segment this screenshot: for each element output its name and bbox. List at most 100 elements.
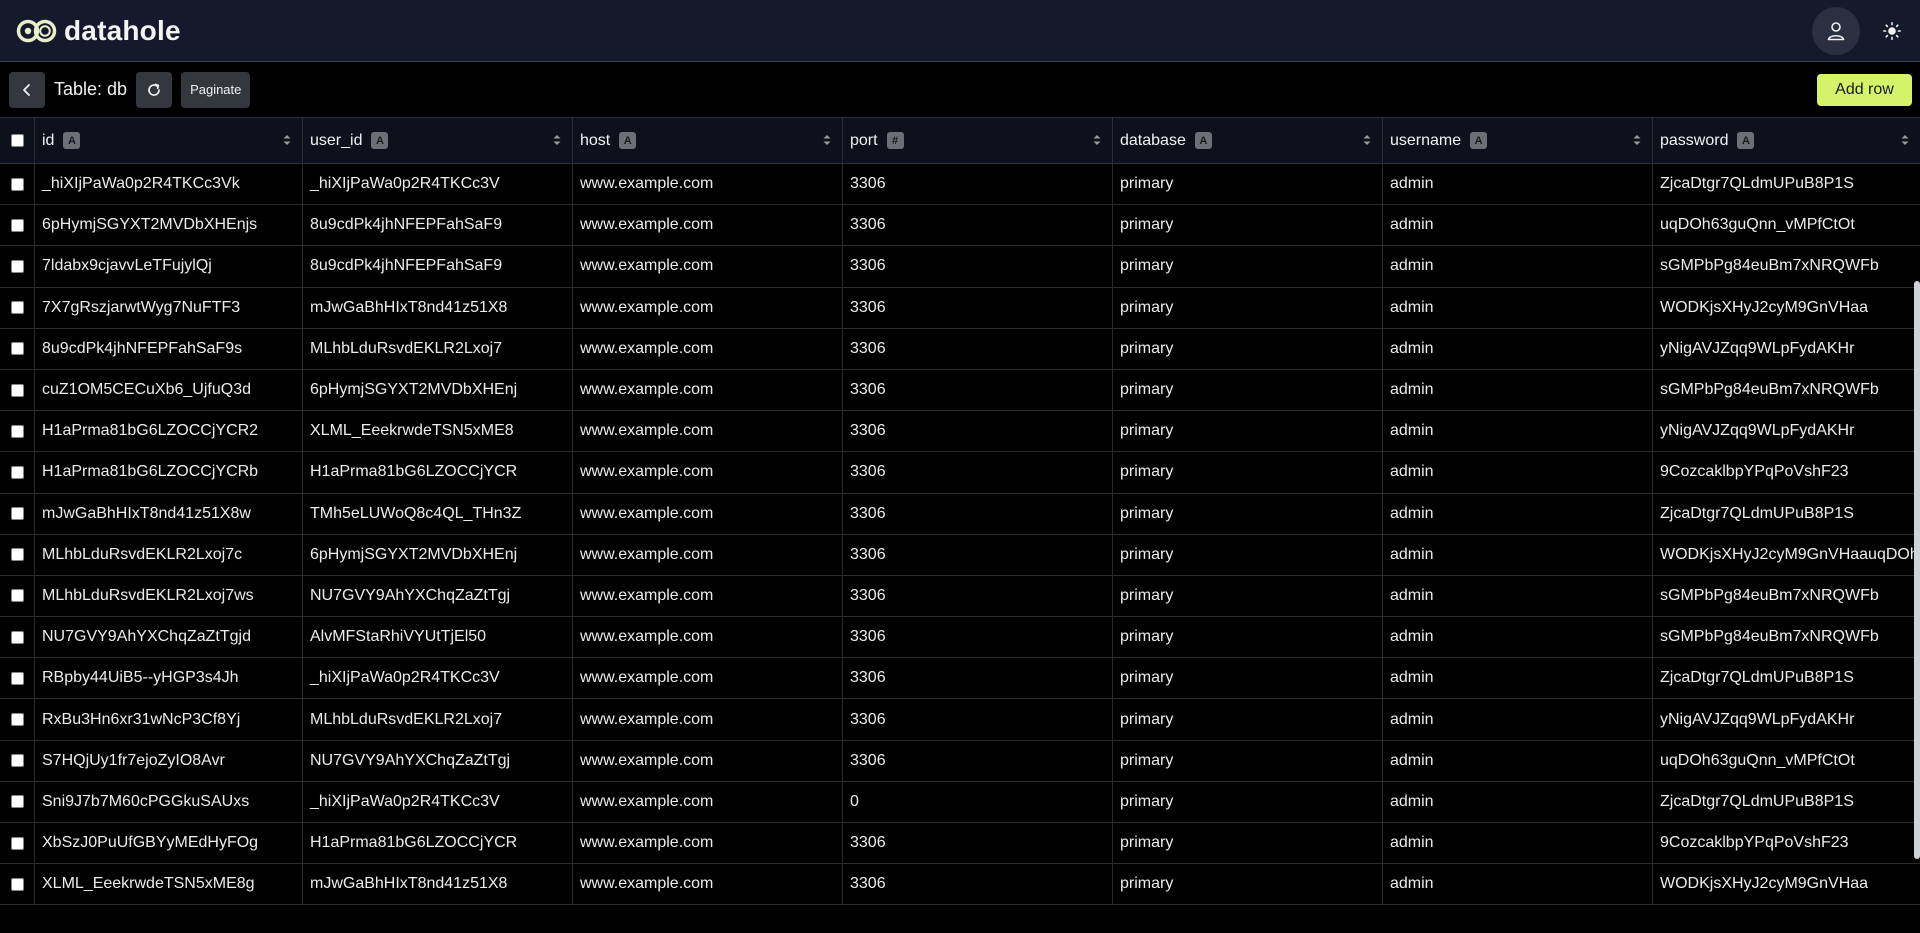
- cell-host[interactable]: www.example.com: [572, 452, 842, 493]
- sort-arrows-icon[interactable]: [822, 133, 832, 147]
- cell-user-id[interactable]: TMh5eLUWoQ8c4QL_THn3Z: [302, 493, 572, 534]
- table-row[interactable]: MLhbLduRsvdEKLR2Lxoj7c 6pHymjSGYXT2MVDbXH…: [0, 534, 1920, 576]
- cell-database[interactable]: primary: [1112, 205, 1382, 246]
- cell-id[interactable]: mJwGaBhHIxT8nd41z51X8w: [34, 493, 302, 534]
- cell-password[interactable]: sGMPbPg84euBm7xNRQWFb: [1652, 369, 1920, 411]
- cell-user-id[interactable]: NU7GVY9AhYXChqZaZtTgj: [302, 575, 572, 617]
- cell-password[interactable]: uqDOh63guQnn_vMPfCtOt: [1652, 740, 1920, 781]
- cell-password[interactable]: yNigAVJZqq9WLpFydAKHr: [1652, 699, 1920, 740]
- cell-user-id[interactable]: _hiXIjPaWa0p2R4TKCc3V: [302, 658, 572, 699]
- cell-port[interactable]: 3306: [842, 493, 1112, 534]
- column-header-database[interactable]: database A: [1112, 118, 1382, 163]
- cell-port[interactable]: 3306: [842, 823, 1112, 864]
- column-header-host[interactable]: host A: [572, 118, 842, 163]
- cell-password[interactable]: uqDOh63guQnn_vMPfCtOt: [1652, 205, 1920, 246]
- cell-username[interactable]: admin: [1382, 328, 1652, 369]
- table-row[interactable]: 7X7gRszjarwtWyg7NuFTF3 mJwGaBhHIxT8nd41z5…: [0, 287, 1920, 329]
- cell-host[interactable]: www.example.com: [572, 164, 842, 205]
- cell-port[interactable]: 3306: [842, 864, 1112, 905]
- cell-port[interactable]: 3306: [842, 617, 1112, 658]
- cell-host[interactable]: www.example.com: [572, 369, 842, 411]
- cell-username[interactable]: admin: [1382, 369, 1652, 411]
- cell-username[interactable]: admin: [1382, 493, 1652, 534]
- cell-id[interactable]: 7ldabx9cjavvLeTFujylQj: [34, 246, 302, 287]
- cell-user-id[interactable]: H1aPrma81bG6LZOCCjYCR: [302, 452, 572, 493]
- cell-password[interactable]: 9CozcaklbpYPqPoVshF23: [1652, 452, 1920, 493]
- cell-port[interactable]: 3306: [842, 411, 1112, 452]
- cell-database[interactable]: primary: [1112, 164, 1382, 205]
- cell-password[interactable]: WODKjsXHyJ2cyM9GnVHaa: [1652, 864, 1920, 905]
- cell-password[interactable]: yNigAVJZqq9WLpFydAKHr: [1652, 328, 1920, 369]
- cell-password[interactable]: ZjcaDtgr7QLdmUPuB8P1S: [1652, 164, 1920, 205]
- cell-password[interactable]: ZjcaDtgr7QLdmUPuB8P1S: [1652, 658, 1920, 699]
- cell-id[interactable]: NU7GVY9AhYXChqZaZtTgjd: [34, 617, 302, 658]
- sort-arrows-icon[interactable]: [1092, 133, 1102, 147]
- table-row[interactable]: 6pHymjSGYXT2MVDbXHEnjs 8u9cdPk4jhNFEPFahS…: [0, 205, 1920, 247]
- cell-id[interactable]: H1aPrma81bG6LZOCCjYCR2: [34, 411, 302, 452]
- cell-username[interactable]: admin: [1382, 411, 1652, 452]
- cell-database[interactable]: primary: [1112, 287, 1382, 328]
- cell-username[interactable]: admin: [1382, 205, 1652, 246]
- cell-host[interactable]: www.example.com: [572, 740, 842, 781]
- cell-user-id[interactable]: 6pHymjSGYXT2MVDbXHEnj: [302, 534, 572, 575]
- cell-port[interactable]: 3306: [842, 246, 1112, 287]
- cell-username[interactable]: admin: [1382, 452, 1652, 493]
- row-checkbox[interactable]: [10, 342, 24, 356]
- cell-host[interactable]: www.example.com: [572, 699, 842, 740]
- cell-id[interactable]: 8u9cdPk4jhNFEPFahSaF9s: [34, 328, 302, 369]
- cell-host[interactable]: www.example.com: [572, 205, 842, 246]
- cell-host[interactable]: www.example.com: [572, 575, 842, 617]
- cell-database[interactable]: primary: [1112, 575, 1382, 617]
- cell-database[interactable]: primary: [1112, 369, 1382, 411]
- cell-host[interactable]: www.example.com: [572, 658, 842, 699]
- cell-username[interactable]: admin: [1382, 617, 1652, 658]
- cell-host[interactable]: www.example.com: [572, 864, 842, 905]
- table-row[interactable]: MLhbLduRsvdEKLR2Lxoj7ws NU7GVY9AhYXChqZaZ…: [0, 575, 1920, 618]
- cell-port[interactable]: 3306: [842, 740, 1112, 781]
- row-checkbox[interactable]: [10, 877, 24, 891]
- cell-id[interactable]: MLhbLduRsvdEKLR2Lxoj7c: [34, 534, 302, 575]
- cell-password[interactable]: ZjcaDtgr7QLdmUPuB8P1S: [1652, 781, 1920, 822]
- cell-database[interactable]: primary: [1112, 493, 1382, 534]
- cell-host[interactable]: www.example.com: [572, 823, 842, 864]
- table-row[interactable]: S7HQjUy1fr7ejoZyIO8Avr NU7GVY9AhYXChqZaZt…: [0, 740, 1920, 782]
- refresh-button[interactable]: [136, 71, 173, 108]
- cell-port[interactable]: 3306: [842, 287, 1112, 328]
- sort-arrows-icon[interactable]: [282, 133, 292, 147]
- cell-database[interactable]: primary: [1112, 781, 1382, 822]
- cell-id[interactable]: Sni9J7b7M60cPGGkuSAUxs: [34, 781, 302, 822]
- column-header-password[interactable]: password A: [1652, 118, 1920, 163]
- cell-id[interactable]: RBpby44UiB5--yHGP3s4Jh: [34, 658, 302, 699]
- cell-username[interactable]: admin: [1382, 740, 1652, 781]
- cell-database[interactable]: primary: [1112, 658, 1382, 699]
- cell-password[interactable]: sGMPbPg84euBm7xNRQWFb: [1652, 617, 1920, 658]
- cell-host[interactable]: www.example.com: [572, 287, 842, 328]
- cell-id[interactable]: cuZ1OM5CECuXb6_UjfuQ3d: [34, 369, 302, 411]
- cell-user-id[interactable]: 8u9cdPk4jhNFEPFahSaF9: [302, 205, 572, 246]
- vertical-scrollbar[interactable]: [1914, 281, 1920, 859]
- column-header-id[interactable]: id A: [34, 118, 302, 163]
- cell-database[interactable]: primary: [1112, 864, 1382, 905]
- cell-username[interactable]: admin: [1382, 781, 1652, 822]
- cell-database[interactable]: primary: [1112, 823, 1382, 864]
- table-row[interactable]: RBpby44UiB5--yHGP3s4Jh _hiXIjPaWa0p2R4TKC…: [0, 658, 1920, 700]
- row-checkbox[interactable]: [10, 177, 24, 191]
- cell-port[interactable]: 3306: [842, 658, 1112, 699]
- table-row[interactable]: _hiXIjPaWa0p2R4TKCc3Vk _hiXIjPaWa0p2R4TKC…: [0, 164, 1920, 206]
- table-row[interactable]: XLML_EeekrwdeTSN5xME8g mJwGaBhHIxT8nd41z5…: [0, 864, 1920, 906]
- row-checkbox[interactable]: [10, 589, 24, 603]
- cell-username[interactable]: admin: [1382, 287, 1652, 328]
- row-checkbox[interactable]: [10, 507, 24, 521]
- cell-username[interactable]: admin: [1382, 575, 1652, 617]
- cell-database[interactable]: primary: [1112, 740, 1382, 781]
- cell-port[interactable]: 3306: [842, 164, 1112, 205]
- select-all-checkbox[interactable]: [10, 134, 24, 147]
- row-checkbox[interactable]: [10, 301, 24, 315]
- cell-database[interactable]: primary: [1112, 699, 1382, 740]
- user-menu-button[interactable]: [1812, 7, 1860, 55]
- back-button[interactable]: [9, 71, 45, 108]
- cell-password[interactable]: WODKjsXHyJ2cyM9GnVHaauqDOh6: [1652, 534, 1920, 575]
- cell-user-id[interactable]: 8u9cdPk4jhNFEPFahSaF9: [302, 246, 572, 287]
- cell-username[interactable]: admin: [1382, 699, 1652, 740]
- cell-password[interactable]: yNigAVJZqq9WLpFydAKHr: [1652, 411, 1920, 452]
